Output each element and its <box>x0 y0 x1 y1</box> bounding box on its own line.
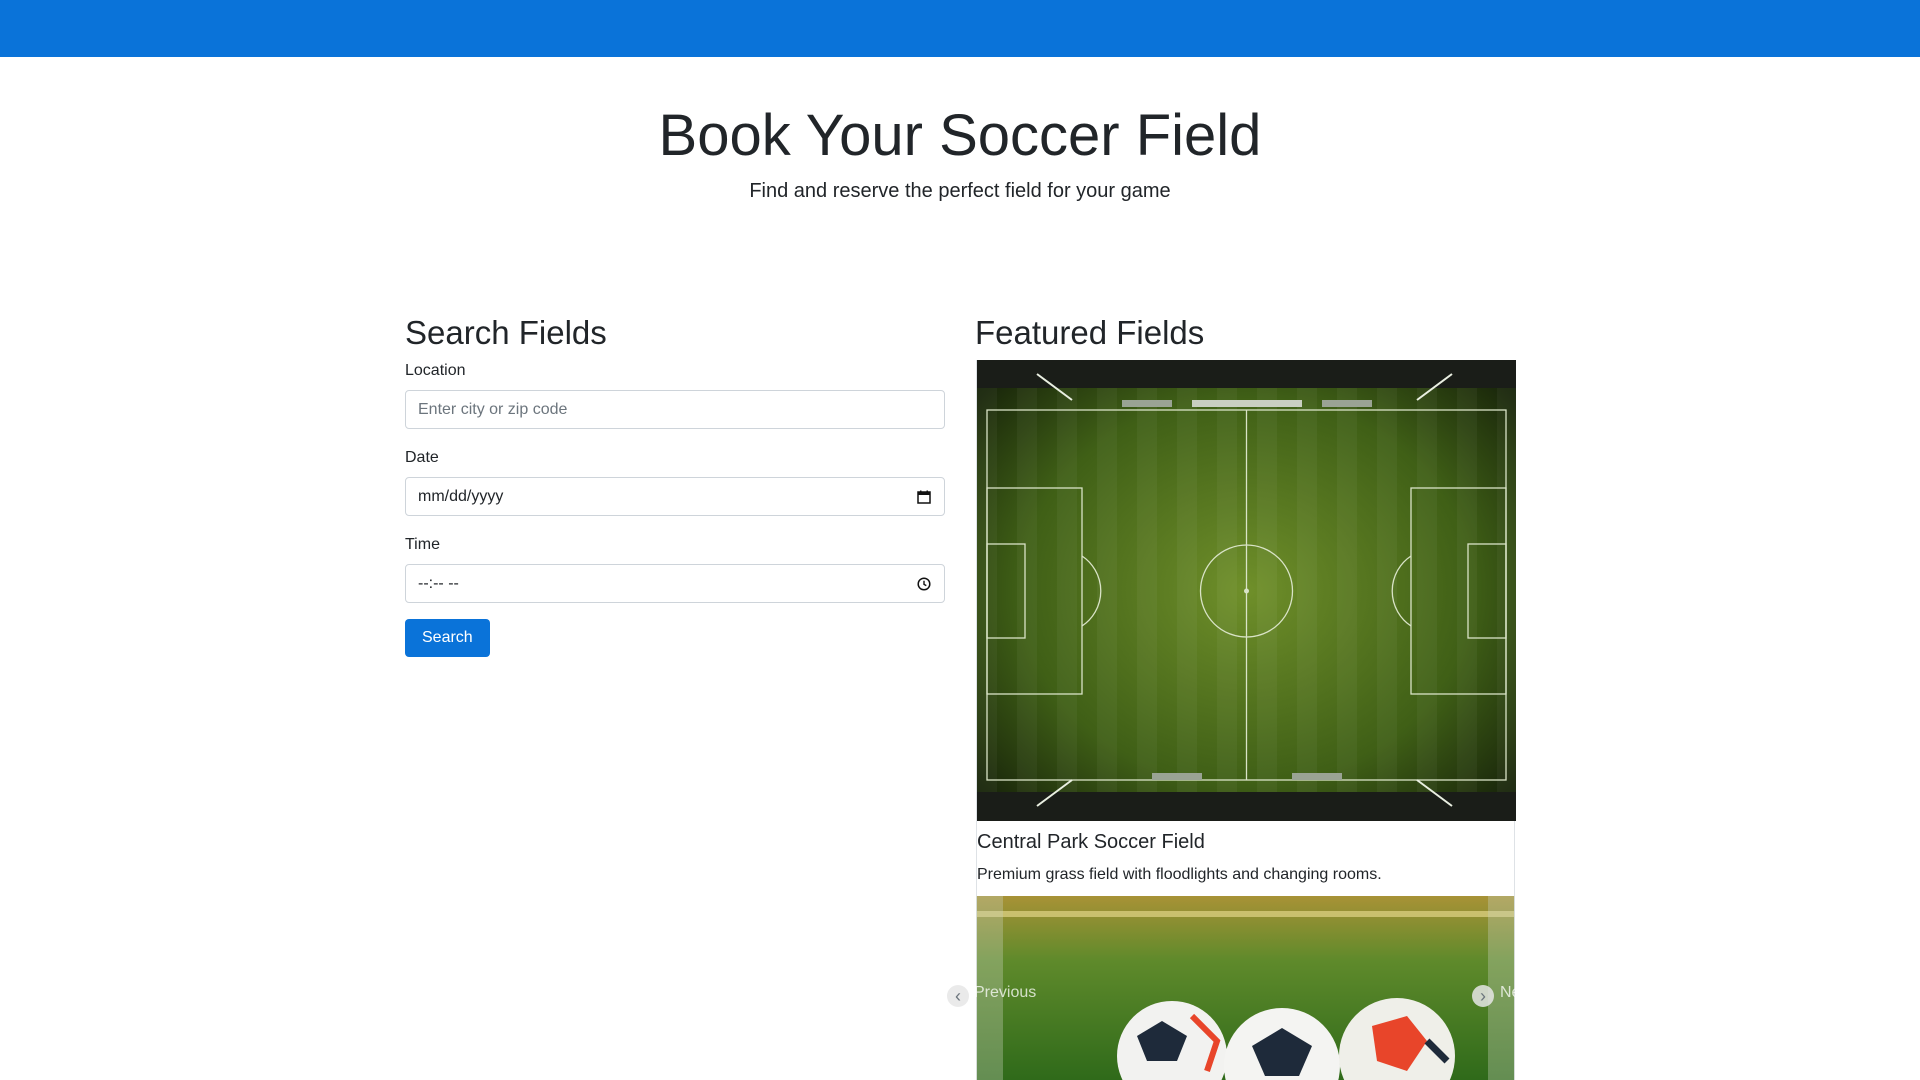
soccer-balls-image <box>977 896 1514 1080</box>
card-title: Central Park Soccer Field <box>977 831 1205 853</box>
search-form: Search Fields Location Enter city or zip… <box>405 310 945 657</box>
time-placeholder: --:-- -- <box>418 574 459 592</box>
featured-section-title: Featured Fields <box>975 314 1205 351</box>
chevron-right-icon[interactable]: › <box>1472 985 1494 1007</box>
soccer-field-image <box>977 360 1516 821</box>
field-card-next[interactable] <box>976 896 1515 1080</box>
location-label: Location <box>405 362 466 379</box>
carousel-next-label[interactable]: Next <box>1500 984 1533 1002</box>
featured-section: Featured Fields <box>975 310 1515 356</box>
location-placeholder: Enter city or zip code <box>418 400 568 418</box>
chevron-left-icon[interactable]: ‹ <box>947 985 969 1007</box>
top-navbar <box>0 0 1920 57</box>
date-label: Date <box>405 449 439 466</box>
calendar-icon[interactable] <box>916 489 932 505</box>
field-card[interactable]: Central Park Soccer Field Premium grass … <box>976 360 1516 897</box>
hero-section: Book Your Soccer Field Find and reserve … <box>0 96 1920 206</box>
clock-icon[interactable] <box>916 576 932 592</box>
time-input[interactable]: --:-- -- <box>405 564 945 603</box>
time-group: Time --:-- -- <box>405 534 945 603</box>
location-group: Location Enter city or zip code <box>405 360 945 429</box>
page-subtitle: Find and reserve the perfect field for y… <box>749 180 1171 202</box>
page-title: Book Your Soccer Field <box>658 103 1262 168</box>
card-body: Central Park Soccer Field Premium grass … <box>977 829 1514 885</box>
search-button[interactable]: Search <box>405 619 490 657</box>
date-input[interactable]: mm/dd/yyyy <box>405 477 945 516</box>
date-group: Date mm/dd/yyyy <box>405 447 945 516</box>
time-label: Time <box>405 536 440 553</box>
location-input[interactable]: Enter city or zip code <box>405 390 945 429</box>
search-section-title: Search Fields <box>405 314 607 351</box>
date-placeholder: mm/dd/yyyy <box>418 487 504 505</box>
card-description: Premium grass field with floodlights and… <box>977 866 1382 883</box>
carousel-prev-label[interactable]: Previous <box>974 984 1036 1002</box>
